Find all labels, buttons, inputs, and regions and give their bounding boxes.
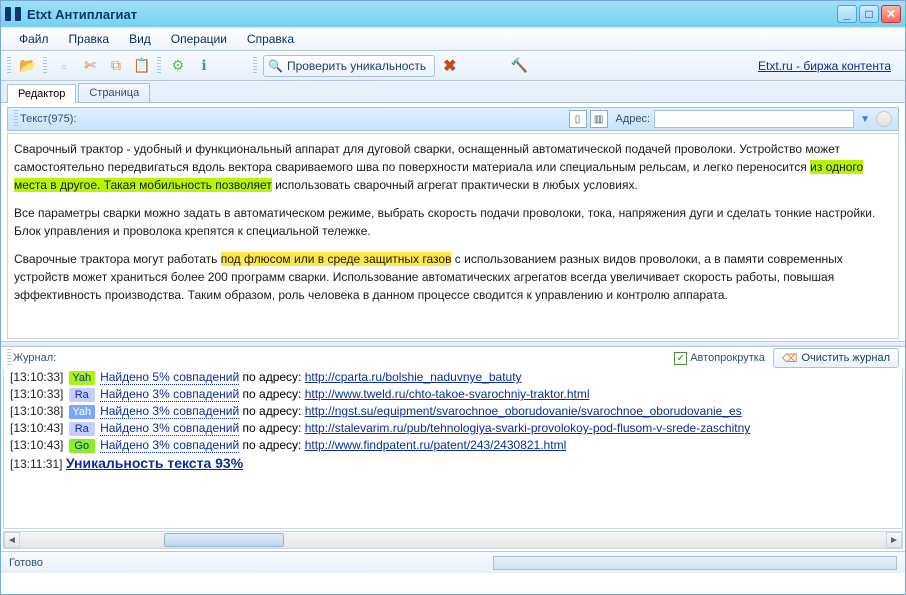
- match-link[interactable]: Найдено 3% совпадений: [100, 404, 239, 419]
- progress-bar: [493, 556, 897, 570]
- scroll-right-button[interactable]: ►: [886, 532, 902, 548]
- broom-icon: ⌫: [782, 352, 798, 365]
- log-row: [13:10:33] Ra Найдено 3% совпадений по а…: [4, 386, 902, 403]
- autoscroll-label: Автопрокрутка: [690, 352, 765, 364]
- dropdown-icon[interactable]: ▼: [860, 114, 870, 125]
- tabs: Редактор Страница: [1, 81, 905, 103]
- url-link[interactable]: http://www.findpatent.ru/patent/243/2430…: [305, 438, 567, 452]
- text-body: Все параметры сварки можно задать в авто…: [14, 206, 875, 238]
- cut-button[interactable]: ✄: [79, 55, 101, 77]
- timestamp: [13:10:43]: [10, 438, 63, 452]
- menu-edit[interactable]: Правка: [59, 29, 120, 49]
- settings-button[interactable]: ⚙: [167, 55, 189, 77]
- log-row: [13:10:43] Ra Найдено 3% совпадений по а…: [4, 420, 902, 437]
- minimize-button[interactable]: _: [837, 5, 857, 23]
- timestamp: [13:10:43]: [10, 421, 63, 435]
- engine-badge: Ra: [69, 422, 95, 436]
- clear-log-button[interactable]: ⌫ Очистить журнал: [773, 348, 899, 368]
- go-button[interactable]: [876, 111, 892, 127]
- address-label: Адрес:: [616, 113, 651, 125]
- info-button[interactable]: ℹ: [193, 55, 215, 77]
- match-link[interactable]: Найдено 3% совпадений: [100, 438, 239, 453]
- tab-page[interactable]: Страница: [78, 83, 150, 102]
- text-header: Текст(975): ▯ ▥ Адрес: ▼: [7, 107, 899, 131]
- match-link[interactable]: Найдено 3% совпадений: [100, 387, 239, 402]
- copy-button[interactable]: ⧉: [105, 55, 127, 77]
- open-folder-button[interactable]: 📂: [17, 55, 39, 77]
- grip-icon: [43, 57, 47, 75]
- text-count-label: Текст(975):: [20, 113, 76, 125]
- uniqueness-result[interactable]: Уникальность текста 93%: [66, 455, 243, 471]
- highlight-match: под флюсом или в среде защитных газов: [221, 252, 452, 266]
- log-header: Журнал: ✓ Автопрокрутка ⌫ Очистить журна…: [1, 347, 905, 369]
- clear-log-label: Очистить журнал: [801, 352, 890, 364]
- text-editor[interactable]: Сварочный трактор - удобный и функционал…: [7, 133, 899, 339]
- match-link[interactable]: Найдено 3% совпадений: [100, 421, 239, 436]
- url-link[interactable]: http://cparta.ru/bolshie_naduvnye_batuty: [305, 370, 522, 384]
- layout-button-2[interactable]: ▥: [590, 110, 608, 128]
- text-body: использовать сварочный агрегат практичес…: [272, 178, 638, 192]
- menu-view[interactable]: Вид: [119, 29, 161, 49]
- log-text: по адресу:: [239, 370, 305, 384]
- magnifier-icon: 🔍: [268, 59, 283, 73]
- new-doc-button[interactable]: ▫: [53, 55, 75, 77]
- log-row: [13:10:38] Yah Найдено 3% совпадений по …: [4, 403, 902, 420]
- log-panel[interactable]: [13:10:33] Yah Найдено 5% совпадений по …: [3, 369, 903, 529]
- timestamp: [13:11:31]: [10, 457, 63, 471]
- grip-icon: [7, 349, 11, 367]
- match-link[interactable]: Найдено 5% совпадений: [100, 370, 239, 385]
- scroll-thumb[interactable]: [164, 533, 284, 547]
- timestamp: [13:10:33]: [10, 387, 63, 401]
- check-uniqueness-button[interactable]: 🔍 Проверить уникальность: [263, 55, 435, 77]
- status-bar: Готово: [1, 551, 905, 573]
- timestamp: [13:10:33]: [10, 370, 63, 384]
- log-text: по адресу:: [239, 387, 305, 401]
- grip-icon: [7, 57, 11, 75]
- maximize-button[interactable]: □: [859, 5, 879, 23]
- engine-badge: Yah: [69, 405, 95, 419]
- log-row: [13:10:33] Yah Найдено 5% совпадений по …: [4, 369, 902, 386]
- text-body: Сварочные трактора могут работать: [14, 252, 221, 266]
- log-row-final: [13:11:31] Уникальность текста 93%: [4, 454, 902, 472]
- paste-button[interactable]: 📋: [131, 55, 153, 77]
- menu-help[interactable]: Справка: [237, 29, 304, 49]
- titlebar[interactable]: Etxt Антиплагиат _ □ ✕: [1, 1, 905, 27]
- address-input[interactable]: [654, 110, 854, 128]
- timestamp: [13:10:38]: [10, 404, 63, 418]
- toolbar: 📂 ▫ ✄ ⧉ 📋 ⚙ ℹ 🔍 Проверить уникальность ✖…: [1, 51, 905, 81]
- log-label: Журнал:: [13, 352, 56, 364]
- text-body: Сварочный трактор - удобный и функционал…: [14, 142, 840, 174]
- menu-file[interactable]: Файл: [9, 29, 59, 49]
- horizontal-scrollbar[interactable]: ◄ ►: [3, 531, 903, 549]
- grip-icon: [253, 57, 257, 75]
- grip-icon: [14, 110, 18, 128]
- hammer-button[interactable]: 🔨: [509, 55, 531, 77]
- check-uniqueness-label: Проверить уникальность: [287, 59, 426, 73]
- log-text: по адресу:: [239, 421, 305, 435]
- log-text: по адресу:: [239, 438, 305, 452]
- menu-ops[interactable]: Операции: [161, 29, 237, 49]
- window-title: Etxt Антиплагиат: [27, 7, 137, 22]
- engine-badge: Go: [69, 439, 95, 453]
- url-link[interactable]: http://ngst.su/equipment/svarochnoe_obor…: [305, 404, 742, 418]
- etxt-link[interactable]: Etxt.ru - биржа контента: [758, 59, 899, 73]
- status-text: Готово: [9, 557, 43, 569]
- layout-button-1[interactable]: ▯: [569, 110, 587, 128]
- menubar: Файл Правка Вид Операции Справка: [1, 27, 905, 51]
- log-row: [13:10:43] Go Найдено 3% совпадений по а…: [4, 437, 902, 454]
- grip-icon: [157, 57, 161, 75]
- url-link[interactable]: http://www.tweld.ru/chto-takoe-svarochni…: [305, 387, 590, 401]
- url-link[interactable]: http://stalevarim.ru/pub/tehnologiya-sva…: [305, 421, 751, 435]
- scroll-left-button[interactable]: ◄: [4, 532, 20, 548]
- engine-badge: Ra: [69, 388, 95, 402]
- cancel-check-button[interactable]: ✖: [439, 56, 460, 76]
- app-icon: [5, 7, 21, 21]
- engine-badge: Yah: [69, 371, 95, 385]
- autoscroll-checkbox[interactable]: ✓: [674, 352, 687, 365]
- log-text: по адресу:: [239, 404, 305, 418]
- tab-editor[interactable]: Редактор: [7, 84, 76, 103]
- close-button[interactable]: ✕: [881, 5, 901, 23]
